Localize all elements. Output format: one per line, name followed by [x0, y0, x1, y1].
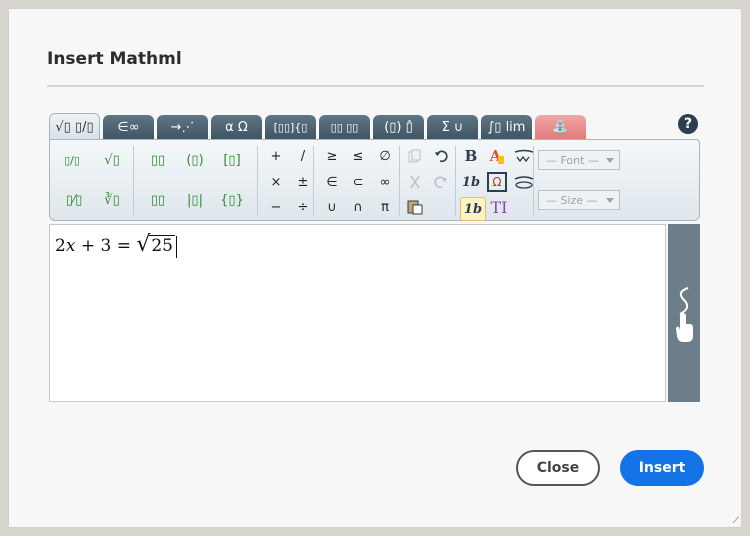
formula-variable: x [65, 236, 76, 256]
element-of-button[interactable]: ∈ [320, 172, 344, 192]
formula-editor[interactable]: 2x + 3 = √ 25 [49, 224, 666, 402]
pi-button[interactable]: π [373, 197, 397, 217]
handwriting-icon [676, 287, 693, 342]
tab-accents[interactable]: (▯) ▯̂ [373, 115, 424, 139]
nth-root-button[interactable]: ∛▯ [98, 188, 126, 212]
size-dropdown[interactable]: — Size — [538, 190, 620, 210]
normal-style-button[interactable]: 1b [460, 197, 486, 221]
symbol-toolbar: ▯/▯ √▯ ▯▯ (▯) [▯] ▯⁄▯ ∛▯ ▯▯ |▯| {▯} + / … [49, 139, 700, 221]
formula-coefficient: 2 [55, 236, 66, 256]
paste-icon[interactable] [404, 197, 426, 217]
font-dropdown[interactable]: — Font — [538, 150, 620, 170]
minus-button[interactable]: − [264, 197, 288, 217]
intersection-button[interactable]: ∩ [346, 197, 370, 217]
chevron-down-icon [606, 158, 614, 163]
union-button[interactable]: ∪ [320, 197, 344, 217]
tab-greek[interactable]: α Ω [211, 115, 262, 139]
separator [313, 146, 314, 216]
formula-radicand: 25 [149, 235, 175, 256]
tab-arrows[interactable]: →⋰ [157, 115, 208, 139]
undo-icon[interactable] [430, 146, 452, 166]
absolute-value-button[interactable]: |▯| [181, 188, 209, 212]
separator [455, 146, 456, 216]
cut-icon[interactable] [404, 172, 426, 192]
braces-button[interactable]: {▯} [218, 188, 246, 212]
fraction-button[interactable]: ▯/▯ [60, 148, 84, 172]
plus-minus-button[interactable]: ± [291, 172, 315, 192]
symbol-omega-icon[interactable]: Ω [487, 172, 507, 192]
superscript-button[interactable]: ▯▯ [146, 148, 170, 172]
text-mode-button[interactable]: TI [487, 197, 511, 217]
infinity-button[interactable]: ∞ [373, 172, 397, 192]
tab-integral-limit[interactable]: ∫▯ lim [481, 115, 532, 139]
color-icon[interactable]: A [486, 146, 508, 166]
separator [257, 146, 258, 216]
separator [133, 146, 134, 216]
close-button[interactable]: Close [516, 450, 600, 486]
title-divider [47, 85, 704, 87]
separator [399, 146, 400, 216]
dialog-title: Insert Mathml [47, 49, 182, 69]
chevron-down-icon [606, 198, 614, 203]
square-root-button[interactable]: √▯ [98, 148, 126, 172]
size-dropdown-label: — Size — [546, 193, 598, 207]
tab-custom[interactable]: ⛲ [535, 115, 586, 139]
formula-sqrt: √ 25 [136, 232, 175, 257]
formula: 2x + 3 = √ 25 [55, 232, 177, 258]
subscript-button[interactable]: ▯▯ [146, 188, 170, 212]
parentheses-button[interactable]: (▯) [181, 148, 209, 172]
subset-button[interactable]: ⊂ [346, 172, 370, 192]
separator [533, 146, 534, 216]
tab-sets-infinity[interactable]: ∈∞ [103, 115, 154, 139]
formula-rest: + 3 = [75, 236, 137, 256]
divide-slash-button[interactable]: / [291, 146, 315, 166]
bevelled-fraction-button[interactable]: ▯⁄▯ [60, 188, 88, 212]
tab-scripts[interactable]: ▯▯ ▯▯ [319, 115, 370, 139]
radical-sign: √ [136, 232, 151, 257]
tab-matrices[interactable]: [▯▯]{▯ [265, 115, 316, 139]
help-icon[interactable]: ? [678, 114, 698, 134]
greater-equal-button[interactable]: ≥ [320, 146, 344, 166]
italic-button[interactable]: 1b [460, 172, 482, 192]
tab-sum-union[interactable]: Σ ∪ [427, 115, 478, 139]
insert-button[interactable]: Insert [620, 450, 704, 486]
handwriting-panel[interactable] [668, 224, 700, 402]
copy-icon[interactable] [404, 146, 426, 166]
redo-icon[interactable] [430, 172, 452, 192]
plus-button[interactable]: + [264, 146, 288, 166]
resize-grip-icon[interactable]: ⟋ [733, 516, 739, 526]
brackets-button[interactable]: [▯] [218, 148, 246, 172]
times-button[interactable]: × [264, 172, 288, 192]
insert-mathml-dialog: Insert Mathml √▯ ▯/▯ ∈∞ →⋰ α Ω [▯▯]{▯ ▯▯… [8, 8, 742, 528]
font-dropdown-label: — Font — [546, 153, 599, 167]
tab-root-fraction[interactable]: √▯ ▯/▯ [49, 113, 100, 141]
division-button[interactable]: ÷ [291, 197, 315, 217]
bold-button[interactable]: B [460, 146, 482, 166]
less-equal-button[interactable]: ≤ [346, 146, 370, 166]
text-caret [175, 235, 177, 258]
empty-set-button[interactable]: ∅ [373, 146, 397, 166]
